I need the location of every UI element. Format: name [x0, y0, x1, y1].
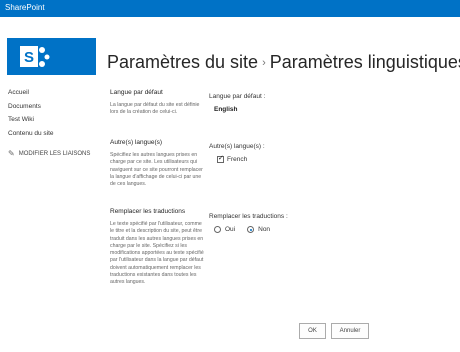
breadcrumb-site-settings[interactable]: Paramètres du site [107, 52, 258, 72]
french-checkbox[interactable] [217, 154, 224, 163]
nav-item-documents[interactable]: Documents [8, 100, 98, 114]
edit-links-button[interactable]: ✎ MODIFIER LES LIAISONS [8, 149, 98, 158]
nav-item-test-wiki[interactable]: Test Wiki [8, 113, 98, 127]
svg-text:S: S [24, 49, 34, 66]
cancel-button[interactable]: Annuler [331, 323, 369, 339]
nav-item-accueil[interactable]: Accueil [8, 86, 98, 100]
field-label: Remplacer les traductions : [209, 213, 288, 220]
radio-oui[interactable] [214, 226, 221, 233]
checkbox-label: French [227, 156, 248, 163]
page-subtitle: Paramètres linguistiques [269, 52, 460, 72]
sharepoint-logo-icon: S [20, 46, 50, 67]
left-navigation: Accueil Documents Test Wiki Contenu du s… [8, 86, 98, 158]
section-description: Le texte spécifié par l'utilisateur, com… [110, 221, 204, 286]
nav-item-site-contents[interactable]: Contenu du site [8, 127, 98, 141]
field-label: Autre(s) langue(s) : [209, 143, 265, 150]
alternate-languages-field: Autre(s) langue(s) : French [209, 143, 265, 163]
field-label: Langue par défaut : [209, 93, 266, 100]
radio-label-non[interactable]: Non [258, 226, 270, 233]
section-heading: Remplacer les traductions [110, 208, 186, 215]
ok-button[interactable]: OK [299, 323, 326, 339]
section-heading: Autre(s) langue(s) [110, 139, 163, 146]
site-logo[interactable]: S [7, 38, 96, 75]
section-heading: Langue par défaut [110, 89, 163, 96]
suite-brand-link[interactable]: SharePoint [5, 3, 45, 12]
edit-links-label: MODIFIER LES LIAISONS [18, 150, 91, 157]
overwrite-translations-description: Remplacer les traductions Le texte spéci… [110, 208, 204, 287]
default-language-field: Langue par défaut : English [209, 93, 265, 113]
radio-label-oui[interactable]: Oui [225, 226, 235, 233]
suite-bar: SharePoint [0, 0, 460, 17]
section-description: La langue par défaut du site est définie… [110, 102, 200, 116]
language-option-french[interactable]: French [217, 154, 265, 163]
radio-non[interactable] [247, 226, 255, 233]
page-title: Paramètres du site › Paramètres linguistiq… [107, 52, 460, 73]
default-language-description: Langue par défaut La langue par défaut d… [110, 89, 204, 117]
alternate-languages-description: Autre(s) langue(s) Spécifiez les autres … [110, 139, 204, 188]
breadcrumb-separator: › [262, 57, 266, 69]
overwrite-radio-group: Oui Non [214, 226, 288, 233]
section-description: Spécifiez les autres langues prises en c… [110, 152, 203, 188]
pencil-icon: ✎ [8, 149, 15, 158]
overwrite-translations-field: Remplacer les traductions : Oui Non [209, 213, 288, 233]
default-language-value: English [214, 106, 238, 113]
